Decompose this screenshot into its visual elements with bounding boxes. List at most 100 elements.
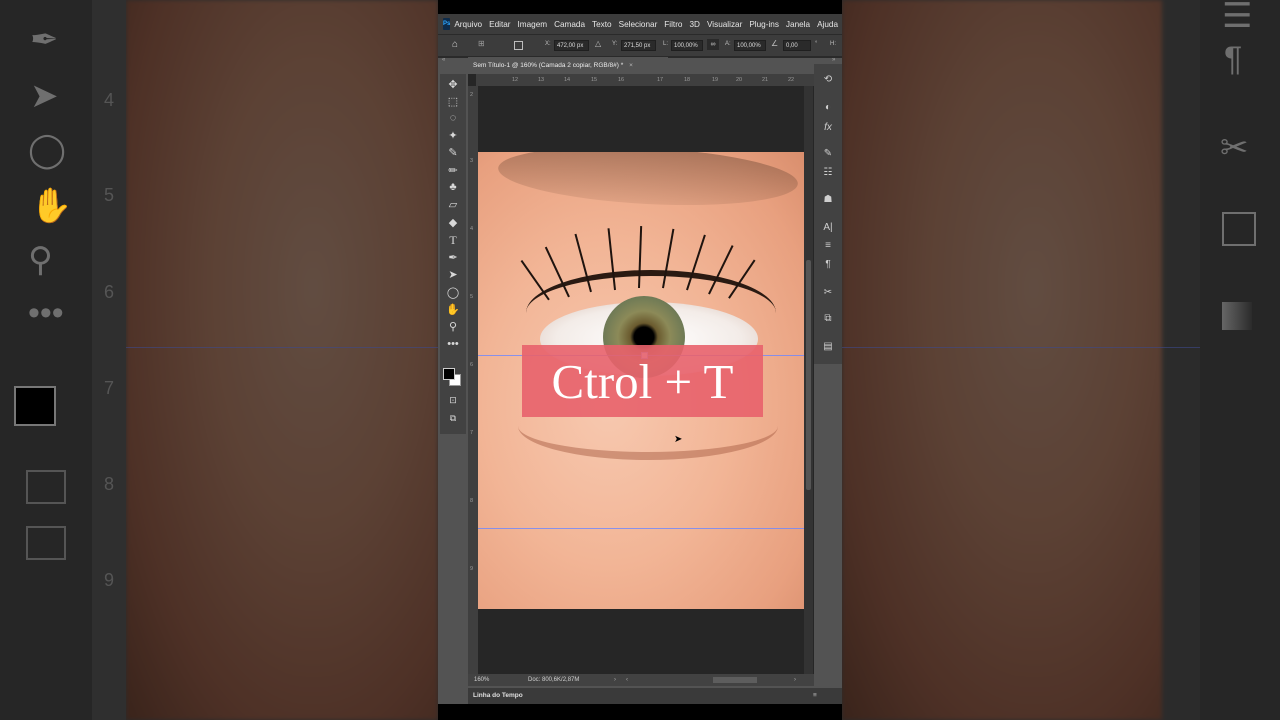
libraries-icon[interactable]: ☗ <box>819 191 837 207</box>
brush-icon[interactable]: ✏ <box>444 162 462 178</box>
stamp-icon[interactable]: ♣ <box>444 179 462 195</box>
eraser-icon[interactable]: ▱ <box>444 196 462 212</box>
photoshop-logo-icon: Ps <box>443 18 451 30</box>
menu-camada[interactable]: Camada <box>554 20 585 29</box>
panel-menu-icon[interactable]: ≡ <box>813 688 817 704</box>
zoom-level[interactable]: 160% <box>474 674 489 686</box>
menu-bar: Ps Arquivo Editar Imagem Camada Texto Se… <box>438 14 842 34</box>
guide-line[interactable] <box>478 528 804 529</box>
collapse-right-icon[interactable]: » <box>832 57 835 63</box>
vertical-scroll-thumb[interactable] <box>806 260 811 490</box>
magic-wand-icon[interactable]: ✦ <box>444 127 462 143</box>
background-photo-right <box>842 0 1162 720</box>
arrow-icon: ➤ <box>30 77 59 115</box>
background-panel: ☰ ¶ ✂ <box>1200 0 1280 720</box>
adjust-icon[interactable]: ◐ <box>819 99 837 115</box>
bg-ruler-number: 7 <box>104 378 115 398</box>
ruler-tick: 14 <box>564 77 571 83</box>
menu-texto[interactable]: Texto <box>592 20 612 29</box>
ellipse-icon[interactable]: ◯ <box>444 284 462 300</box>
scroll-right-icon[interactable]: › <box>794 674 796 686</box>
menu-filtro[interactable]: Filtro <box>664 20 682 29</box>
quick-mask-icon[interactable]: ⊡ <box>444 392 462 408</box>
type-icon[interactable]: T <box>444 232 462 248</box>
menu-arquivo[interactable]: Arquivo <box>454 20 482 29</box>
marquee-icon[interactable]: ⬚ <box>444 93 462 109</box>
paint-bucket-icon[interactable]: ◆ <box>444 214 462 230</box>
lasso-icon[interactable]: ◌ <box>444 110 462 126</box>
height-label: A: <box>725 41 731 47</box>
y-position-field[interactable]: 271,50 px <box>621 40 656 51</box>
history-icon[interactable]: ⟲ <box>819 71 837 87</box>
move-icon[interactable]: ✥ <box>444 76 462 92</box>
export-icon <box>1222 212 1256 246</box>
path-select-icon[interactable]: ➤ <box>444 266 462 282</box>
ruler-tick: 12 <box>512 77 519 83</box>
ruler-tick: 13 <box>538 77 545 83</box>
zoom-icon: ⚲ <box>28 241 53 279</box>
bg-ruler-number: 9 <box>104 570 115 590</box>
ruler-tick: 18 <box>684 77 691 83</box>
bg-ruler-number: 5 <box>104 185 115 205</box>
ellipse-icon: ◯ <box>28 131 67 169</box>
horizontal-scroll-thumb[interactable] <box>713 677 757 683</box>
paragraph-icon: ¶ <box>1224 40 1243 78</box>
document-tab-close[interactable]: × <box>629 62 633 69</box>
document-tab[interactable]: Sem Título-1 @ 160% (Camada 2 copiar, RG… <box>468 57 668 74</box>
foreground-color-icon[interactable] <box>443 368 455 380</box>
ruler-tick: 7 <box>470 430 474 436</box>
ruler-tick: 17 <box>657 77 664 83</box>
background-left-blur: ✒ ➤ ◯ ✋ ⚲ ••• 4 5 6 7 8 9 <box>0 0 438 720</box>
ruler-tick: 16 <box>618 77 625 83</box>
brush-settings-icon[interactable]: ✎ <box>819 145 837 161</box>
menu-plugins[interactable]: Plug-ins <box>749 20 779 29</box>
zoom-icon[interactable]: ⚲ <box>444 318 462 334</box>
cursor-arrow-icon: ➤ <box>674 434 683 445</box>
menu-ajuda[interactable]: Ajuda <box>817 20 838 29</box>
paragraph-icon[interactable]: ¶ <box>819 256 837 272</box>
home-icon[interactable]: ⌂ <box>452 39 458 50</box>
status-more-icon[interactable]: › <box>614 674 616 686</box>
width-field[interactable]: 100,00% <box>671 40 703 51</box>
y-label: Y: <box>612 41 618 47</box>
hand-icon[interactable]: ✋ <box>444 301 462 317</box>
screen-mode-icon[interactable]: ⧉ <box>444 410 462 426</box>
link-icon[interactable]: ∞ <box>707 39 719 50</box>
delta-icon[interactable]: △ <box>595 39 601 48</box>
menu-janela[interactable]: Janela <box>786 20 810 29</box>
properties-icon[interactable]: ☷ <box>819 164 837 180</box>
more-icon[interactable]: ••• <box>444 336 462 352</box>
bottom-black-bar <box>438 704 842 720</box>
ruler-tick: 2 <box>470 92 474 98</box>
background-guide <box>126 347 438 348</box>
menu-imagem[interactable]: Imagem <box>518 20 548 29</box>
shortcut-caption: Ctrol + T <box>522 345 763 417</box>
scroll-left-icon[interactable]: ‹ <box>626 674 628 686</box>
height-field[interactable]: 100,00% <box>734 40 766 51</box>
paragraph-settings-icon[interactable]: ≡ <box>819 237 837 253</box>
ruler-tick: 4 <box>470 226 474 232</box>
gradient-icon[interactable]: ▤ <box>819 338 837 354</box>
h-skew-label: H: <box>830 41 836 47</box>
quick-mask-icon <box>26 470 66 504</box>
collapse-left-icon[interactable]: « <box>442 57 445 63</box>
timeline-panel[interactable]: Linha do Tempo ≡ <box>468 688 842 704</box>
bg-ruler-number: 4 <box>104 90 115 110</box>
ruler-tick: 8 <box>470 498 474 504</box>
fx-icon[interactable]: fx <box>819 119 837 135</box>
eyedropper-icon[interactable]: ✎ <box>444 144 462 160</box>
checkbox-icon[interactable] <box>514 41 523 50</box>
document-tab-title: Sem Título-1 @ 160% (Camada 2 copiar, RG… <box>473 62 624 69</box>
background-guide <box>842 347 1200 348</box>
reference-point-icon[interactable]: ⊞ <box>478 39 485 48</box>
menu-selecionar[interactable]: Selecionar <box>619 20 658 29</box>
pen-icon[interactable]: ✒ <box>444 249 462 265</box>
menu-3d[interactable]: 3D <box>690 20 700 29</box>
menu-editar[interactable]: Editar <box>489 20 510 29</box>
angle-field[interactable]: 0,00 <box>783 40 811 51</box>
export-icon[interactable]: ⧉ <box>819 310 837 326</box>
x-position-field[interactable]: 472,00 px <box>554 40 589 51</box>
cut-icon[interactable]: ✂ <box>819 284 837 300</box>
character-icon[interactable]: A| <box>819 219 837 235</box>
menu-visualizar[interactable]: Visualizar <box>707 20 742 29</box>
